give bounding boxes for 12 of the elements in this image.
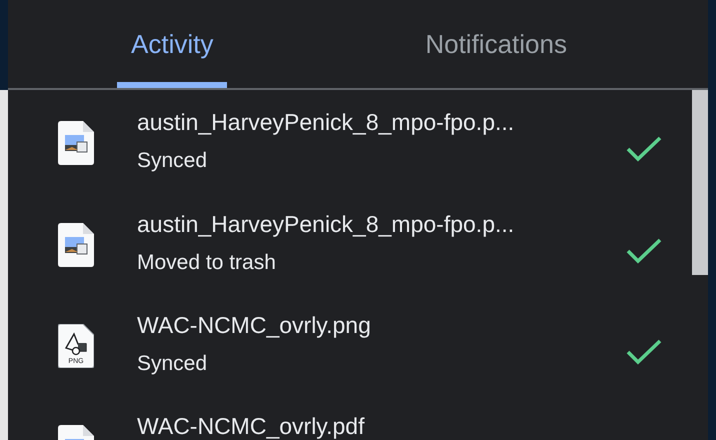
activity-status: Synced	[137, 351, 208, 376]
image-file-icon	[58, 121, 94, 165]
file-name: WAC-NCMC_ovrly.png	[137, 312, 372, 339]
tab[interactable]: Notifications	[411, 0, 581, 88]
activity-status: Moved to trash	[137, 250, 277, 275]
activity-status: Synced	[137, 148, 208, 173]
file-name: austin_HarveyPenick_8_mpo-fpo.p...	[137, 211, 516, 238]
shapes-icon	[64, 332, 87, 356]
file-name: WAC-NCMC_ovrly.pdf	[137, 413, 366, 440]
file-name: austin_HarveyPenick_8_mpo-fpo.p...	[137, 109, 516, 136]
tab[interactable]: Activity	[117, 0, 228, 88]
image-file-icon	[58, 223, 94, 267]
